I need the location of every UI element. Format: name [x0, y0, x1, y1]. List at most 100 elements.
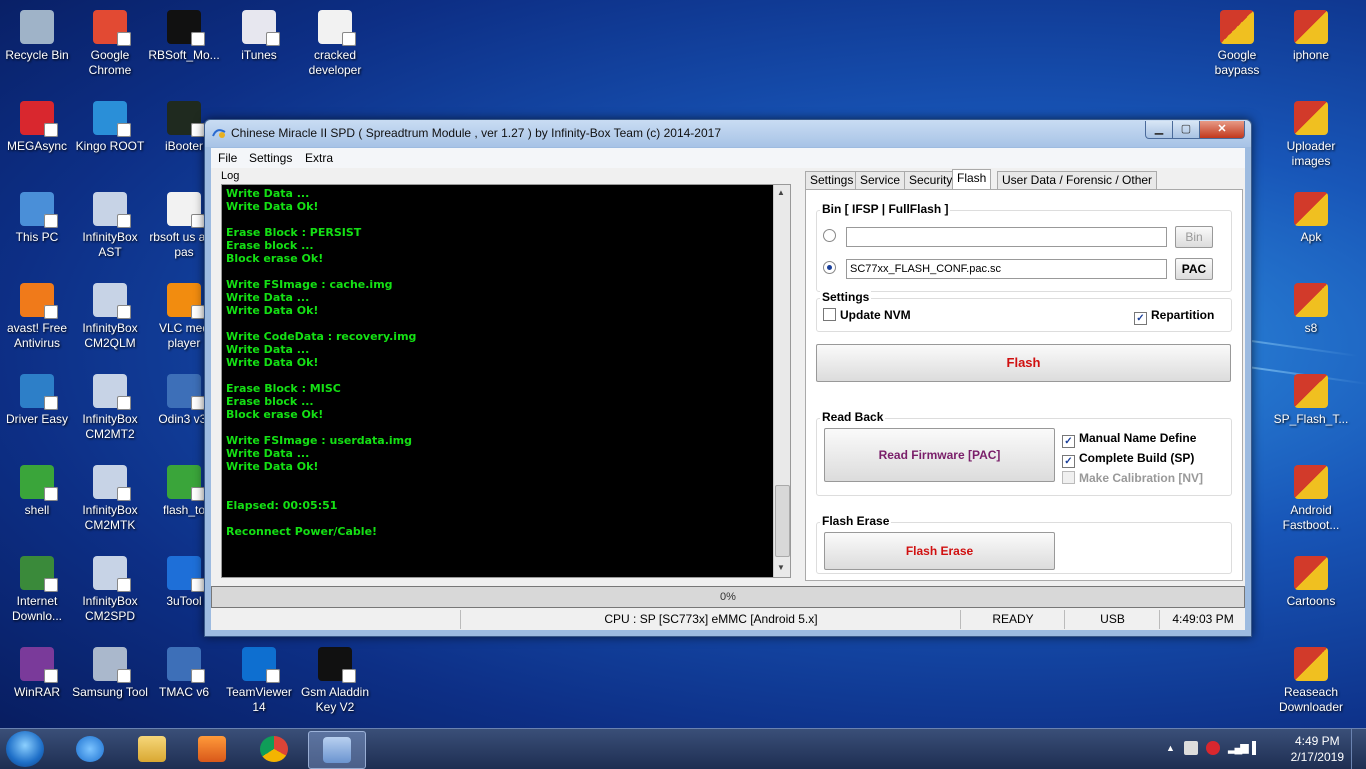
desktop-icon-label: Gsm Aladdin Key V2 [300, 685, 370, 714]
checkbox-box[interactable] [823, 308, 836, 321]
taskbar-explorer[interactable] [124, 731, 180, 767]
desktop-icon[interactable]: Samsung Tool [71, 641, 149, 700]
desktop-icon[interactable]: InfinityBox AST [71, 186, 149, 260]
desktop-icon[interactable]: Google baypass [1198, 4, 1276, 78]
flashtool-icon [167, 465, 205, 501]
desktop-icon-label: InfinityBox CM2MT2 [82, 412, 138, 441]
desktop-icon[interactable]: shell [0, 459, 76, 518]
desktop-icon[interactable]: InfinityBox CM2SPD [71, 550, 149, 624]
manual-name-checkbox[interactable]: ✓ Manual Name Define [1062, 431, 1196, 448]
minimize-button[interactable]: ▁ [1145, 121, 1173, 139]
desktop-icon[interactable]: Kingo ROOT [71, 95, 149, 154]
flash-erase-button[interactable]: Flash Erase [824, 532, 1055, 570]
tab-service[interactable]: Service [855, 171, 906, 189]
desktop-icon[interactable]: TeamViewer 14 [220, 641, 298, 715]
bin-button[interactable]: Bin [1175, 226, 1213, 248]
desktop-icon[interactable]: iphone [1272, 4, 1350, 63]
desktop-icon[interactable]: MEGAsync [0, 95, 76, 154]
menu-settings[interactable]: Settings [249, 151, 292, 165]
desktop-icon-label: WinRAR [13, 685, 60, 699]
taskbar-media-player[interactable] [184, 731, 240, 767]
desktop-icon[interactable]: Driver Easy [0, 368, 76, 427]
read-firmware-button[interactable]: Read Firmware [PAC] [824, 428, 1055, 482]
desktop-icon[interactable]: InfinityBox CM2QLM [71, 277, 149, 351]
desktop-icon[interactable]: This PC [0, 186, 76, 245]
winrar-archive-icon [1220, 10, 1254, 44]
close-button[interactable]: ✕ [1199, 121, 1245, 139]
tray-expand-icon[interactable]: ▲ [1166, 743, 1175, 753]
start-button[interactable] [6, 731, 44, 767]
desktop-icon[interactable]: SP_Flash_T... [1272, 368, 1350, 427]
winrar-archive-icon [1294, 465, 1328, 499]
desktop-icon-label: iphone [1292, 48, 1330, 62]
desktop-icon-label: RBSoft_Mo... [148, 48, 220, 62]
pac-path-field[interactable]: SC77xx_FLASH_CONF.pac.sc [846, 259, 1167, 279]
taskbar-chrome[interactable] [246, 731, 302, 767]
scroll-down-icon[interactable]: ▼ [777, 563, 785, 572]
desktop-icon[interactable]: Reaseach Downloader [1272, 641, 1350, 715]
window-client: File Settings Extra Log Write Data ... W… [211, 148, 1245, 630]
desktop-icon[interactable]: iTunes [220, 4, 298, 63]
log-output[interactable]: Write Data ... Write Data Ok! Erase Bloc… [221, 184, 791, 578]
show-desktop-button[interactable] [1351, 729, 1366, 769]
desktop-icon[interactable]: avast! Free Antivirus [0, 277, 76, 351]
status-cpu: CPU : SP [SC773x] eMMC [Android 5.x] [460, 610, 961, 629]
scroll-up-icon[interactable]: ▲ [777, 188, 785, 197]
bin-radio[interactable] [823, 229, 836, 242]
status-time: 4:49:03 PM [1159, 610, 1246, 629]
bin-group [816, 210, 1232, 292]
title-bar[interactable]: Chinese Miracle II SPD ( Spreadtrum Modu… [205, 120, 1251, 147]
desktop-icon[interactable]: Gsm Aladdin Key V2 [296, 641, 374, 715]
taskbar-spd[interactable] [308, 731, 366, 769]
desktop-icon[interactable]: InfinityBox CM2MTK [71, 459, 149, 533]
update-nvm-checkbox[interactable]: Update NVM [823, 308, 911, 322]
menu-extra[interactable]: Extra [305, 151, 333, 165]
tab-settings[interactable]: Settings [805, 171, 859, 189]
desktop-icon[interactable]: Recycle Bin [0, 4, 76, 63]
desktop-icon[interactable]: RBSoft_Mo... [145, 4, 223, 63]
flash-button[interactable]: Flash [816, 344, 1231, 382]
tab-user-data[interactable]: User Data / Forensic / Other [997, 171, 1158, 189]
tab-flash[interactable]: Flash [952, 169, 992, 190]
bin-path-field[interactable] [846, 227, 1167, 247]
desktop-icon[interactable]: Uploader images [1272, 95, 1350, 169]
desktop-icon-label: cracked developer [308, 48, 362, 77]
taskbar-ie[interactable] [62, 731, 118, 767]
desktop-icon[interactable]: Apk [1272, 186, 1350, 245]
desktop-icon[interactable]: TMAC v6 [145, 641, 223, 700]
read-back-title: Read Back [820, 410, 886, 424]
pac-radio[interactable] [823, 261, 836, 274]
desktop-icon-label: Uploader images [1286, 139, 1336, 168]
desktop-icon[interactable]: Google Chrome [71, 4, 149, 78]
desktop-icon[interactable]: Android Fastboot... [1272, 459, 1350, 533]
desktop-icon[interactable]: cracked developer [296, 4, 374, 78]
tray-flag-icon[interactable] [1184, 741, 1198, 755]
repartition-checkbox[interactable]: ✓ Repartition [1134, 308, 1214, 325]
pac-button[interactable]: PAC [1175, 258, 1213, 280]
desktop-icon[interactable]: s8 [1272, 277, 1350, 336]
tray-volume-icon[interactable] [1252, 741, 1264, 755]
samsungtool-icon [93, 647, 131, 683]
tray-mega-icon[interactable] [1206, 741, 1220, 755]
check-icon[interactable]: ✓ [1062, 455, 1075, 468]
desktop-icon[interactable]: WinRAR [0, 641, 76, 700]
tab-security[interactable]: Security [904, 171, 958, 189]
desktop-icon-label: MEGAsync [6, 139, 67, 153]
tray-network-icon[interactable]: ▂▄▆ [1228, 741, 1249, 754]
drivereasy-icon [20, 374, 58, 410]
tray-clock[interactable]: 4:49 PM 2/17/2019 [1291, 733, 1344, 765]
desktop-icon[interactable]: Cartoons [1272, 550, 1350, 609]
gsmaladdin-icon [318, 647, 356, 683]
desktop-icon-label: Kingo ROOT [75, 139, 145, 153]
desktop-icon-label: InfinityBox CM2QLM [82, 321, 138, 350]
maximize-button[interactable]: ▢ [1172, 121, 1200, 139]
idm-icon [20, 556, 58, 592]
log-scrollbar[interactable]: ▲ ▼ [773, 185, 790, 577]
menu-file[interactable]: File [218, 151, 237, 165]
scroll-thumb[interactable] [775, 485, 790, 557]
complete-build-checkbox[interactable]: ✓ Complete Build (SP) [1062, 451, 1194, 468]
desktop-icon[interactable]: InfinityBox CM2MT2 [71, 368, 149, 442]
check-icon[interactable]: ✓ [1134, 312, 1147, 325]
check-icon[interactable]: ✓ [1062, 435, 1075, 448]
desktop-icon[interactable]: Internet Downlo... [0, 550, 76, 624]
